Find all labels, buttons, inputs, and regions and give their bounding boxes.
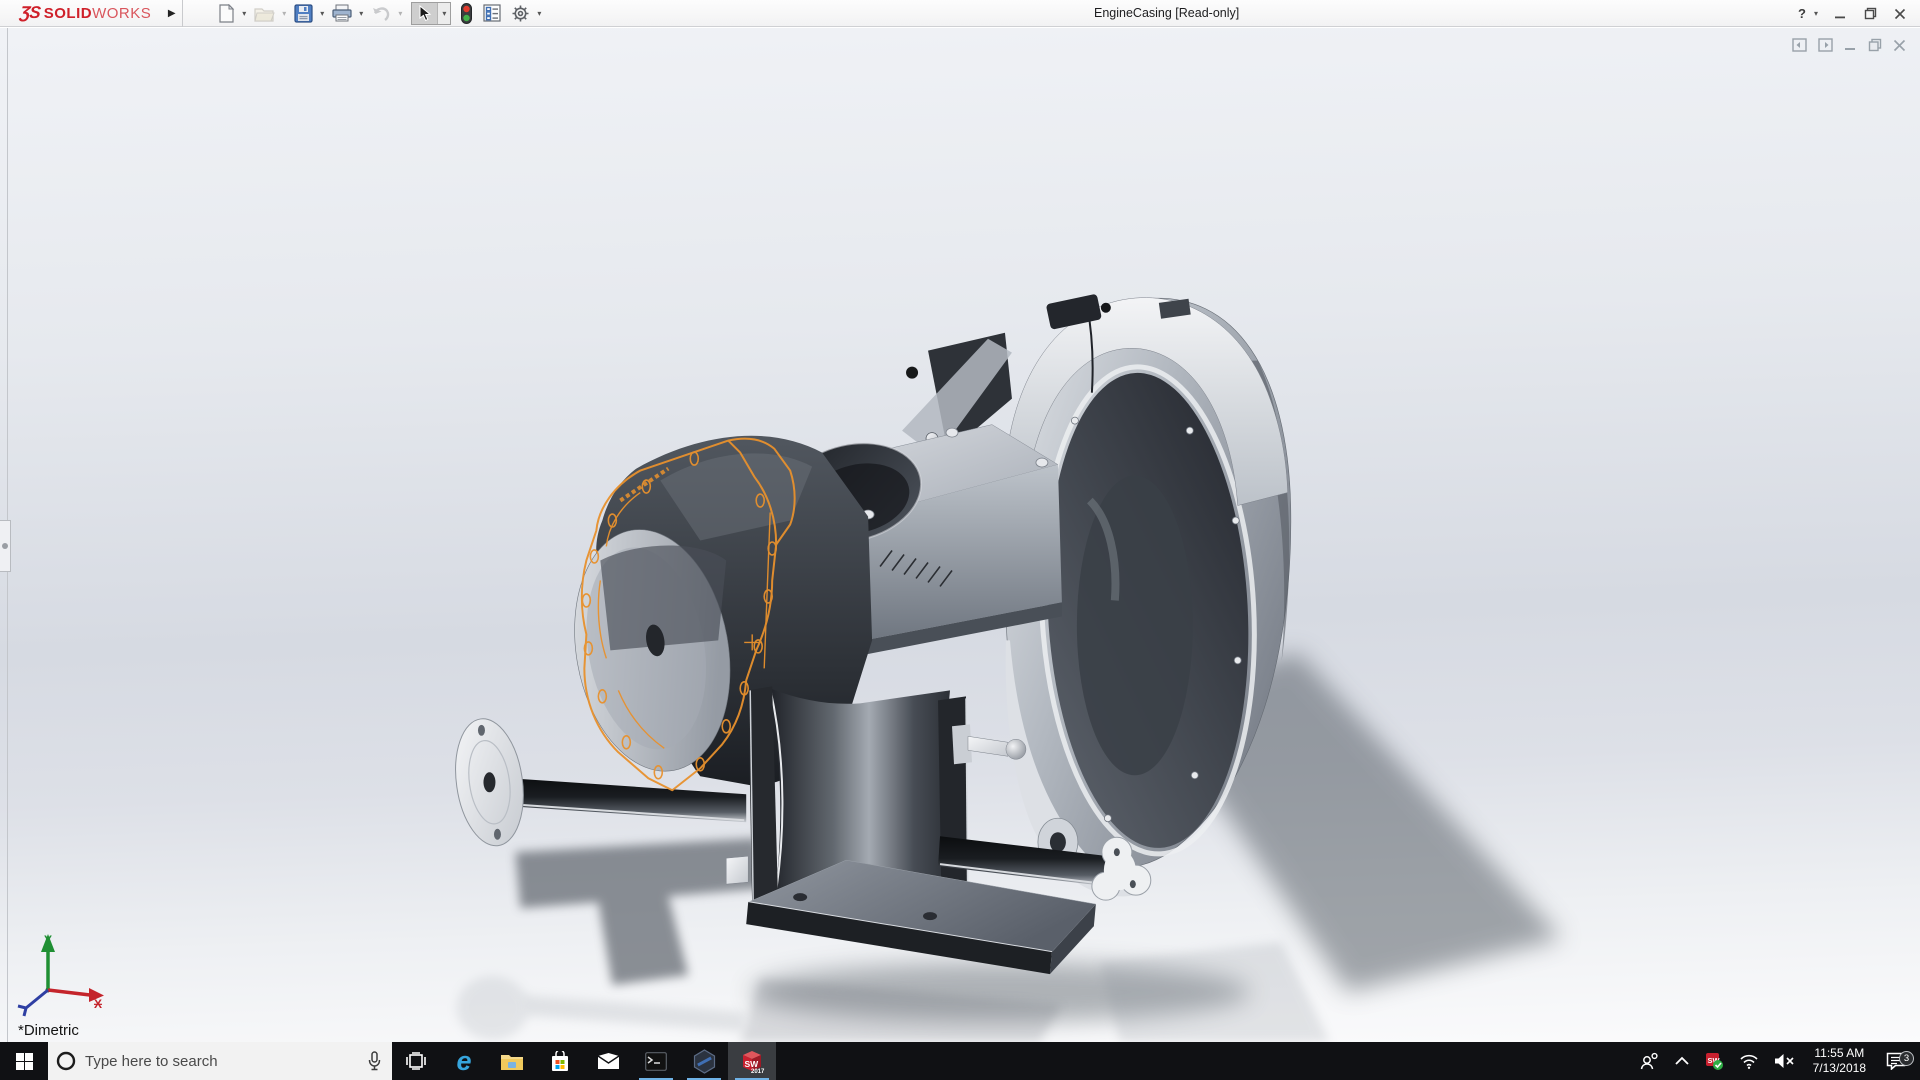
new-caret[interactable]: ▾ [242, 9, 246, 18]
window-controls: ? ▾ [1790, 0, 1912, 27]
printer-icon [332, 4, 352, 22]
svg-text:2017: 2017 [751, 1069, 765, 1074]
notification-badge: 3 [1899, 1051, 1914, 1066]
volume-button[interactable] [1770, 1042, 1799, 1080]
undo-button[interactable] [370, 3, 392, 23]
people-icon [1640, 1052, 1658, 1070]
open-document-button[interactable] [253, 3, 276, 24]
close-button[interactable] [1888, 0, 1912, 27]
mail-icon [597, 1052, 619, 1069]
save-button[interactable] [293, 2, 314, 25]
clock-date: 7/13/2018 [1812, 1061, 1866, 1075]
minimize-button[interactable] [1828, 0, 1852, 27]
quick-access-toolbar: ▾ ▾ ▾ ▾ ▾ ▾ ▾ [217, 0, 545, 27]
wifi-icon [1740, 1054, 1758, 1069]
open-folder-icon [254, 7, 275, 22]
file-explorer-button[interactable] [488, 1042, 536, 1080]
title-bar: ƷS SOLID WORKS ▶ ▾ ▾ ▾ ▾ ▾ ▾ ▾ EngineCas… [0, 0, 1920, 27]
open-caret[interactable]: ▾ [282, 9, 286, 18]
svg-text:SW: SW [745, 1059, 760, 1069]
taskbar-clock[interactable]: 11:55 AM 7/13/2018 [1806, 1046, 1873, 1076]
windows-logo-icon [15, 1052, 33, 1070]
select-tool-group: ▾ [411, 1, 452, 25]
volume-muted-icon [1774, 1054, 1794, 1068]
options-caret[interactable]: ▾ [537, 9, 541, 18]
minimize-icon [1835, 16, 1845, 18]
feature-statistics-icon [483, 4, 501, 22]
save-caret[interactable]: ▾ [320, 9, 324, 18]
edge-icon: e [456, 1045, 472, 1076]
x-axis-label: X [94, 997, 102, 1011]
print-caret[interactable]: ▾ [359, 9, 363, 18]
solidworks-tray-button[interactable]: SW [1701, 1042, 1728, 1080]
select-cursor-icon [419, 4, 432, 21]
hexagon-app-button[interactable] [680, 1042, 728, 1080]
solidworks-status-icon: SW [1705, 1052, 1723, 1070]
feature-statistics-button[interactable] [482, 2, 502, 24]
document-title: EngineCasing [Read-only] [1094, 6, 1240, 20]
print-button[interactable] [331, 2, 353, 24]
cortana-icon [56, 1051, 76, 1071]
engine-casing-model [455, 294, 1562, 1042]
close-icon [1894, 8, 1906, 19]
options-button[interactable] [510, 2, 531, 25]
help-button[interactable]: ? [1790, 0, 1814, 27]
undo-arrow-icon [373, 7, 390, 21]
command-prompt-button[interactable] [632, 1042, 680, 1080]
tray-overflow-button[interactable] [1670, 1042, 1694, 1080]
network-button[interactable] [1735, 1042, 1763, 1080]
solidworks-2017-icon: SW 2017 [739, 1048, 765, 1075]
options-gear-icon [512, 5, 529, 21]
save-floppy-icon [294, 3, 313, 23]
start-button[interactable] [0, 1042, 48, 1080]
chevron-up-icon [1674, 1056, 1689, 1065]
selection-stoplight-button[interactable] [460, 1, 473, 26]
undo-caret[interactable]: ▾ [398, 9, 402, 18]
windows-taskbar: e [0, 1042, 1920, 1080]
people-button[interactable] [1635, 1042, 1663, 1080]
floor-reflections [456, 942, 1330, 1042]
new-document-icon [219, 3, 235, 23]
y-axis-label: Y [44, 933, 52, 947]
file-explorer-icon [501, 1054, 523, 1070]
clock-time: 11:55 AM [1814, 1046, 1865, 1060]
view-orientation-label: *Dimetric [18, 1022, 79, 1039]
solidworks-window: ƷS SOLID WORKS ▶ ▾ ▾ ▾ ▾ ▾ ▾ ▾ EngineCas… [0, 0, 1920, 1080]
command-prompt-icon [645, 1051, 667, 1071]
select-tool-button[interactable] [412, 2, 438, 24]
mail-button[interactable] [584, 1042, 632, 1080]
task-view-icon [406, 1052, 426, 1070]
graphics-viewport[interactable]: Y X *Dimetric [0, 28, 1920, 1042]
search-input[interactable] [85, 1052, 358, 1070]
microphone-icon[interactable] [367, 1051, 382, 1071]
restore-button[interactable] [1858, 0, 1882, 27]
store-icon [552, 1050, 568, 1071]
system-tray: SW 11:55 AM 7/13/2018 3 [1635, 1042, 1920, 1080]
select-tool-dropdown[interactable]: ▾ [437, 2, 451, 24]
stoplight-icon [461, 2, 473, 24]
logo-glyph: ƷS [19, 3, 41, 22]
solidworks-taskbar-button[interactable]: SW 2017 [728, 1042, 776, 1080]
orientation-triad: Y X [17, 933, 104, 1017]
solidworks-logo: ƷS SOLID WORKS [19, 3, 152, 22]
restore-icon [1864, 7, 1876, 20]
hexagon-app-icon [693, 1048, 715, 1074]
action-center-button[interactable]: 3 [1880, 1051, 1916, 1070]
menu-flyout-button[interactable]: ▶ [161, 0, 184, 27]
edge-browser-button[interactable]: e [440, 1042, 488, 1080]
microsoft-store-button[interactable] [536, 1042, 584, 1080]
new-document-button[interactable] [217, 2, 236, 25]
task-view-button[interactable] [392, 1042, 440, 1080]
help-caret[interactable]: ▾ [1814, 9, 1818, 18]
taskbar-search[interactable] [48, 1042, 392, 1080]
